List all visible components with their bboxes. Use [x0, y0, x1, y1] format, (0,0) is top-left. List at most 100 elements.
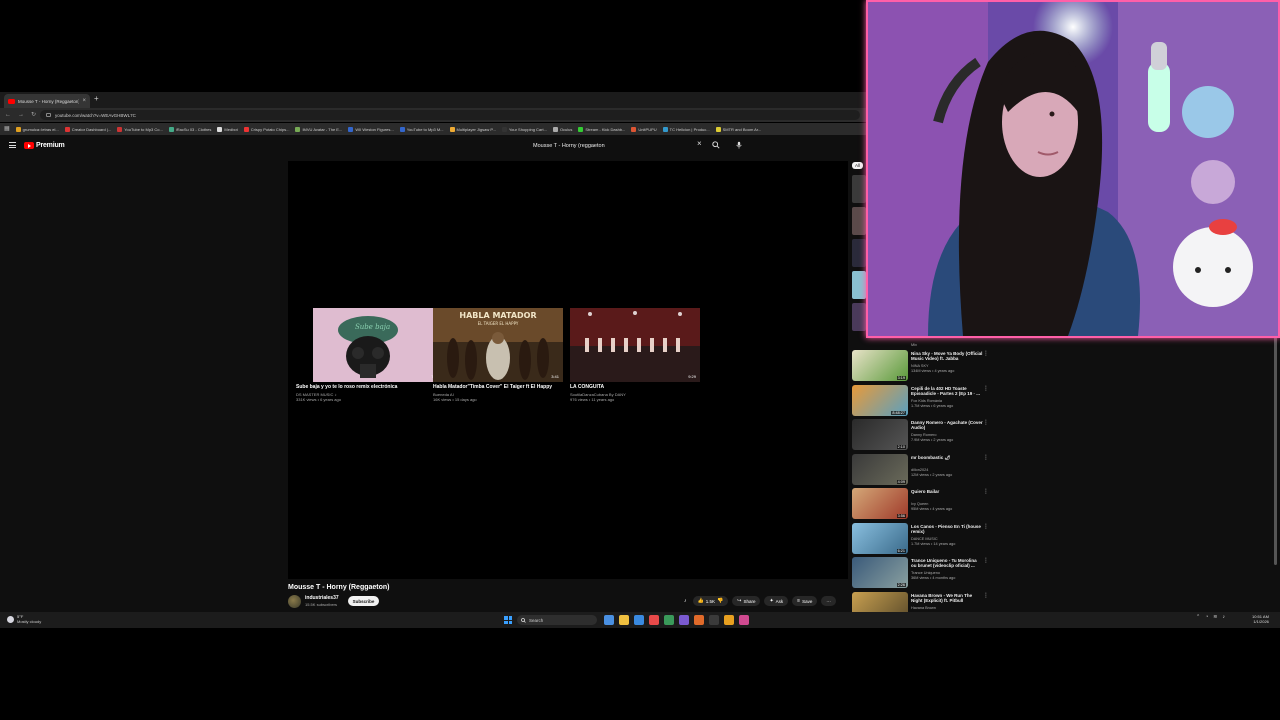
volume-icon[interactable]: ♪	[1222, 615, 1225, 620]
new-tab-button[interactable]: +	[94, 95, 99, 103]
reload-icon[interactable]: ↻	[31, 112, 36, 118]
more-options-icon[interactable]: ⋮	[983, 455, 989, 461]
network-icon[interactable]: ◔	[1205, 615, 1208, 620]
more-options-icon[interactable]: ⋮	[983, 489, 989, 495]
rec-thumbnail[interactable]: 8:48:27	[852, 384, 908, 416]
tab-close-icon[interactable]: ×	[82, 98, 86, 104]
more-options-icon[interactable]: ⋮	[983, 351, 989, 357]
address-bar[interactable]: youtube.com/watch?v=WEAvGHBWL7C	[40, 110, 860, 120]
rec-thumbnail[interactable]: 3:56	[852, 488, 908, 519]
recommendation-item[interactable]: 4:09 mr boombastic 🌶 dillon2024 12M views •…	[852, 453, 992, 489]
search-input[interactable]: Mousse T - Horny (reggaeton	[528, 141, 708, 151]
endscreen-thumbnail[interactable]: 9:29	[570, 308, 700, 382]
taskbar-app-icon[interactable]	[664, 615, 674, 625]
rec-thumbnail-partial[interactable]	[852, 207, 866, 235]
recommendation-partial[interactable]: Mix	[852, 337, 992, 349]
rec-channel[interactable]: Danny Romero	[911, 433, 937, 437]
share-button[interactable]: ↪ Share	[732, 596, 761, 606]
endscreen-thumbnail[interactable]: HABLA MATADOR EL TAIGER EL HAPPY 3:41	[433, 308, 563, 382]
rec-channel[interactable]: Ivy Queen	[911, 502, 928, 506]
rec-thumbnail[interactable]: 4:09	[852, 453, 908, 485]
taskbar-app-icon[interactable]	[739, 615, 749, 625]
bookmark-item[interactable]: Crispy Potato Chips...	[243, 126, 289, 132]
microphone-icon[interactable]	[735, 141, 743, 149]
bookmark-item[interactable]: Medbot	[217, 126, 238, 132]
taskbar-app-icon[interactable]	[604, 615, 614, 625]
bookmark-item[interactable]: YouTube to Mp3 Co...	[117, 126, 163, 132]
bookmark-item[interactable]: Multiplayer Jigsaw P...	[449, 126, 496, 132]
channel-name[interactable]: industriales37	[305, 595, 339, 601]
taskbar-app-icon[interactable]	[619, 615, 629, 625]
endscreen-title[interactable]: Habla Matador"Timba Cover" El Taiger ft …	[433, 384, 563, 390]
menu-icon[interactable]	[9, 142, 16, 148]
channel-avatar[interactable]	[288, 595, 301, 608]
taskbar-app-icon[interactable]	[709, 615, 719, 625]
start-button[interactable]	[504, 616, 512, 624]
forward-icon[interactable]: →	[18, 112, 24, 118]
apps-grid-icon[interactable]: ▦	[4, 126, 10, 132]
bookmark-item[interactable]: iRacSu 03 - Clothes	[168, 126, 211, 132]
rec-title[interactable]: Los Canos - Pienso En Ti (house remix)	[911, 524, 983, 535]
taskbar-app-icon[interactable]	[694, 615, 704, 625]
taskbar-search[interactable]: Search	[517, 615, 597, 625]
subscribe-button[interactable]: Subscribe	[348, 596, 379, 606]
like-button[interactable]: 👍 1.5K 👎	[692, 596, 729, 606]
recommendation-item[interactable]: 3:19 Nina Sky - Move Ya Body (Official Mu…	[852, 350, 992, 385]
rec-title[interactable]: Danny Romero - Agachate (Cover Audio)	[911, 420, 983, 431]
bookmark-item[interactable]: YouTube to Mp3 M...	[399, 126, 444, 132]
taskbar-app-icon[interactable]	[724, 615, 734, 625]
recommendation-item[interactable]: 2:26 Trance Uniqueno - Tu Morolina ou bru…	[852, 557, 992, 592]
youtube-logo[interactable]: Premium	[24, 142, 65, 149]
recommendation-item[interactable]: 8:48:27 Cepili de la 402 HD Toaste Episoa…	[852, 384, 992, 420]
bookmark-item[interactable]: IMVU Avatar - The E...	[295, 126, 342, 132]
notifications-button[interactable]: ♪	[682, 596, 689, 606]
endscreen-thumbnail[interactable]: Sube baja 7:23	[313, 308, 443, 382]
weather-widget[interactable]: 5°F Mostly cloudy	[7, 614, 41, 624]
more-options-icon[interactable]: ⋮	[983, 386, 989, 392]
video-player[interactable]: Sube baja 7:23 Sube baja y yo te lo roso…	[288, 161, 848, 579]
endscreen-video-2[interactable]: HABLA MATADOR EL TAIGER EL HAPPY 3:41 Ha…	[433, 308, 563, 402]
endscreen-title[interactable]: Sube baja y yo te lo roso remix electrón…	[296, 384, 443, 390]
endscreen-video-3[interactable]: 9:29 LA CONGUITA SoutilaDanzaCubana By D…	[570, 308, 700, 402]
ask-button[interactable]: ✦ Ask	[764, 596, 789, 606]
rec-thumbnail[interactable]: 6:21	[852, 522, 908, 554]
endscreen-title[interactable]: LA CONGUITA	[570, 384, 700, 390]
bookmark-item[interactable]: SMTR and Boom Ar...	[715, 126, 761, 132]
rec-channel[interactable]: Trance Uniqueno	[911, 571, 940, 575]
more-options-icon[interactable]: ⋮	[983, 524, 989, 530]
rec-channel[interactable]: NINA SKY	[911, 364, 929, 368]
rec-thumbnail[interactable]: 2:26	[852, 557, 908, 588]
more-options-icon[interactable]: ⋮	[983, 593, 989, 599]
rec-title[interactable]: Trance Uniqueno - Tu Morolina ou brunet …	[911, 558, 983, 569]
rec-channel[interactable]: DANCE MUSIC	[911, 537, 938, 541]
rec-title[interactable]: Havana Brown - We Run The Night (Explici…	[911, 593, 983, 604]
chevron-up-icon[interactable]: ⌃	[1196, 615, 1200, 620]
rec-thumbnail-partial[interactable]	[852, 175, 866, 203]
bookmark-item[interactable]: Your Shopping Cart...	[501, 126, 547, 132]
bookmark-item[interactable]: TC Hellcion | Produc...	[662, 126, 710, 132]
rec-channel[interactable]: Havana Brown	[911, 606, 936, 610]
save-button[interactable]: ≡ Save	[792, 596, 818, 606]
bookmark-item[interactable]: UnitPUPU	[631, 126, 657, 132]
recommendation-item[interactable]: 6:21 Los Canos - Pienso En Ti (house remi…	[852, 522, 992, 558]
taskbar-app-icon[interactable]	[649, 615, 659, 625]
clear-search-icon[interactable]: ×	[697, 140, 702, 148]
rec-thumbnail[interactable]: 2:10	[852, 419, 908, 450]
more-options-icon[interactable]: ⋮	[983, 558, 989, 564]
endscreen-video-1[interactable]: Sube baja 7:23 Sube baja y yo te lo roso…	[296, 308, 443, 402]
rec-title[interactable]: mr boombastic 🌶	[911, 455, 983, 460]
bookmark-item[interactable]: Creator Dashboard |...	[64, 126, 111, 132]
rec-title[interactable]: Nina Sky - Move Ya Body (Official Music …	[911, 351, 983, 362]
bookmark-item[interactable]: WII Weston Figures...	[348, 126, 394, 132]
taskbar-app-icon[interactable]	[634, 615, 644, 625]
search-icon[interactable]	[712, 141, 720, 149]
rec-title[interactable]: Cepili de la 402 HD Toaste Episoadicle -…	[911, 386, 983, 397]
thumbs-down-icon[interactable]: 👎	[717, 598, 723, 604]
recommendation-item[interactable]: 3:56 Quiero Bailar Ivy Queen 95M views • 4 …	[852, 488, 992, 523]
more-actions-button[interactable]: ···	[821, 596, 836, 606]
recommendation-item[interactable]: 2:10 Danny Romero - Agachate (Cover Audio…	[852, 419, 992, 454]
chip-all[interactable]: All	[852, 162, 864, 169]
rec-channel[interactable]: dillon2024	[911, 468, 928, 472]
site-info-icon[interactable]	[46, 113, 51, 117]
bookmark-item[interactable]: grumulca::letras el...	[15, 126, 59, 132]
